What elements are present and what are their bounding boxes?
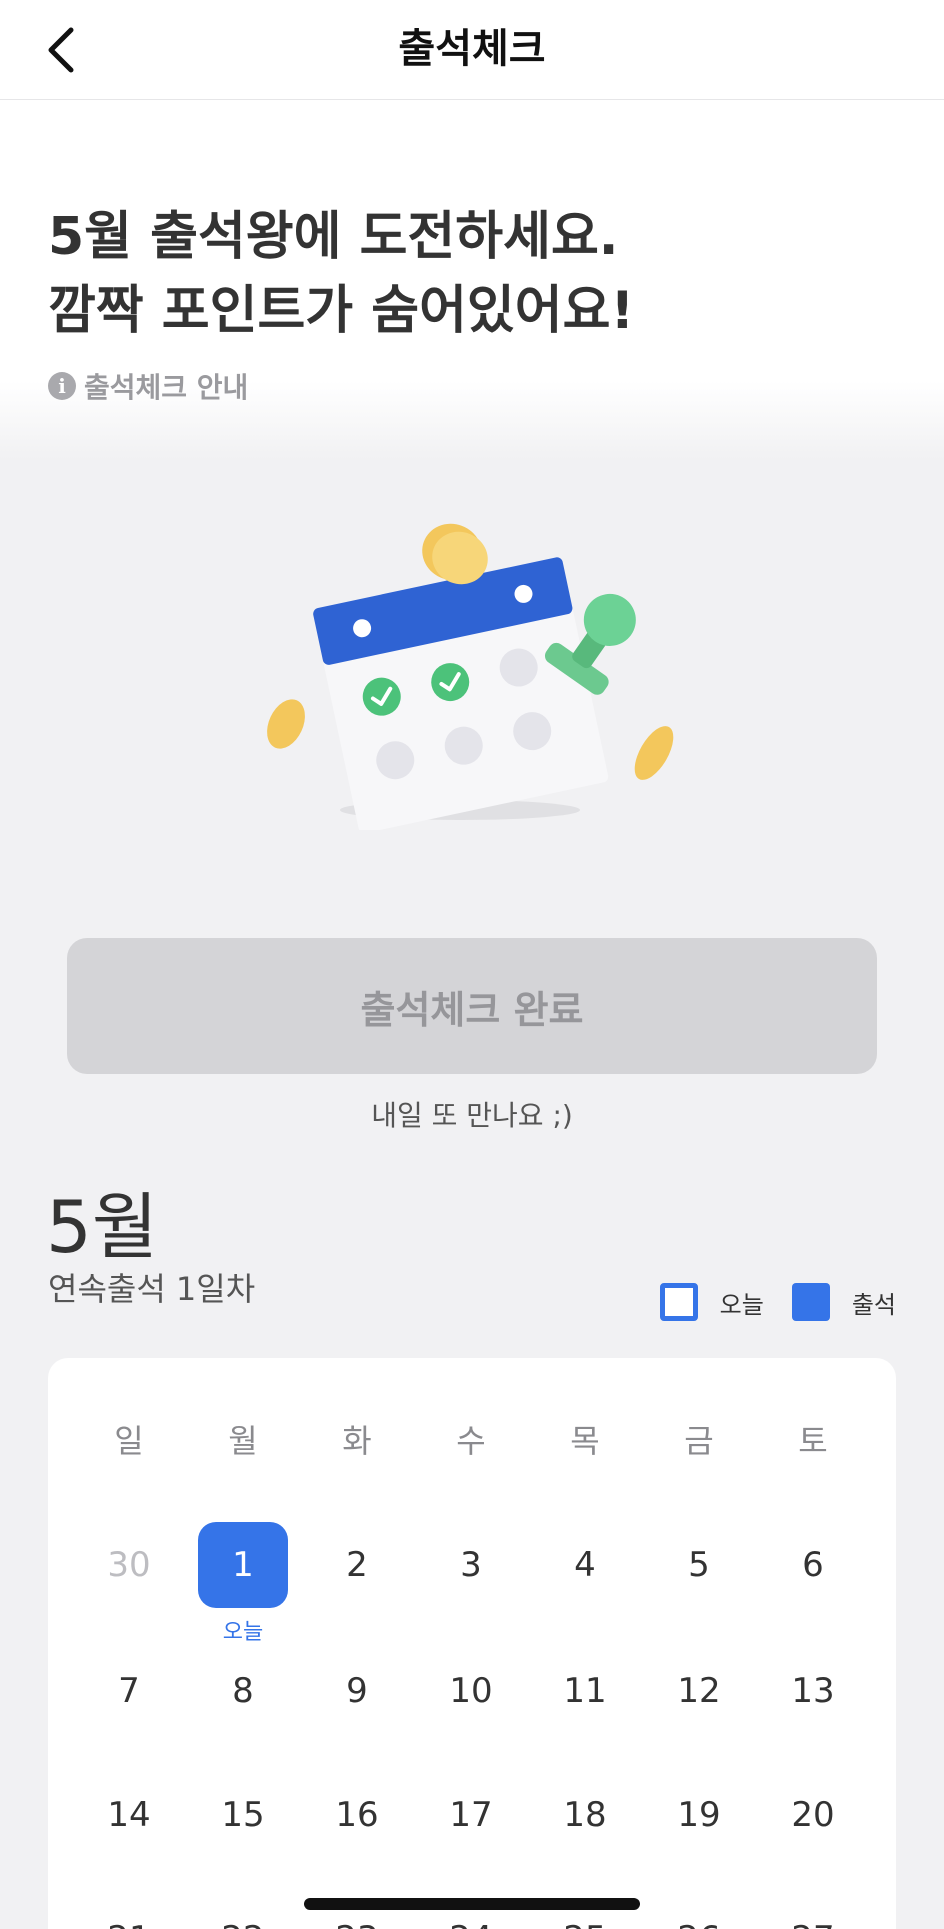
calendar-day[interactable]: 18 [540,1772,630,1858]
calendar-day[interactable]: 20 [768,1772,858,1858]
calendar-day[interactable]: 24 [426,1896,516,1929]
weekday-label: 목 [570,1422,600,1460]
calendar-day[interactable]: 13 [768,1648,858,1734]
calendar-day[interactable]: 30 [84,1522,174,1608]
attend-legend-label: 출석 [851,1290,896,1319]
weekday-label: 월 [228,1422,258,1460]
calendar-day[interactable]: 17 [426,1772,516,1858]
calendar-day[interactable]: 15 [198,1772,288,1858]
headline-line-2: 깜짝 포인트가 숨어있어요! [48,281,635,341]
weekday-label: 금 [684,1422,714,1460]
month-title: 5월 [46,1185,159,1269]
info-icon: i [48,372,76,400]
attend-legend-swatch [791,1283,830,1321]
calendar-day[interactable]: 11 [540,1648,630,1734]
streak-text: 연속출석 1일차 [48,1270,256,1308]
calendar-day[interactable]: 12 [654,1648,744,1734]
page-title: 출석체크 [398,26,546,72]
headline: 5월 출석왕에 도전하세요. 깜짝 포인트가 숨어있어요! [48,200,908,348]
calendar-day[interactable]: 3 [426,1522,516,1608]
weekday-label: 일 [114,1422,144,1460]
calendar-day[interactable]: 16 [312,1772,402,1858]
weekday-label: 수 [456,1422,486,1460]
headline-line-1: 5월 출석왕에 도전하세요. [48,207,619,267]
calendar-day[interactable]: 2 [312,1522,402,1608]
top-app-bar: 출석체크 [0,0,944,100]
calendar-day[interactable]: 23 [312,1896,402,1929]
today-legend-label: 오늘 [719,1290,764,1319]
calendar-day[interactable]: 6 [768,1522,858,1608]
attendance-complete-button[interactable]: 출석체크 완료 [67,938,877,1074]
calendar-day[interactable]: 19 [654,1772,744,1858]
weekday-label: 토 [798,1422,828,1460]
calendar-stamp-illustration [267,523,674,830]
calendar-day[interactable]: 7 [84,1648,174,1734]
calendar-day-today[interactable]: 1 [198,1522,288,1608]
calendar-day[interactable]: 21 [84,1896,174,1929]
calendar-day[interactable]: 26 [654,1896,744,1929]
calendar-day[interactable]: 8 [198,1648,288,1734]
attendance-guide-link[interactable]: i 출석체크 안내 [48,366,248,406]
calendar-day[interactable]: 14 [84,1772,174,1858]
weekday-label: 화 [342,1422,372,1460]
today-caption: 오늘 [222,1620,264,1645]
calendar-day[interactable]: 25 [540,1896,630,1929]
calendar-day[interactable]: 5 [654,1522,744,1608]
calendar-day[interactable]: 9 [312,1648,402,1734]
calendar-day[interactable]: 4 [540,1522,630,1608]
calendar-day[interactable]: 22 [198,1896,288,1929]
calendar-day[interactable]: 27 [768,1896,858,1929]
today-legend-swatch [659,1283,698,1321]
calendar-day[interactable]: 10 [426,1648,516,1734]
guide-label: 출석체크 안내 [84,371,249,404]
see-you-tomorrow-text: 내일 또 만나요 ;) [371,1099,573,1132]
calendar-legend: 오늘 출석 [659,1282,896,1322]
